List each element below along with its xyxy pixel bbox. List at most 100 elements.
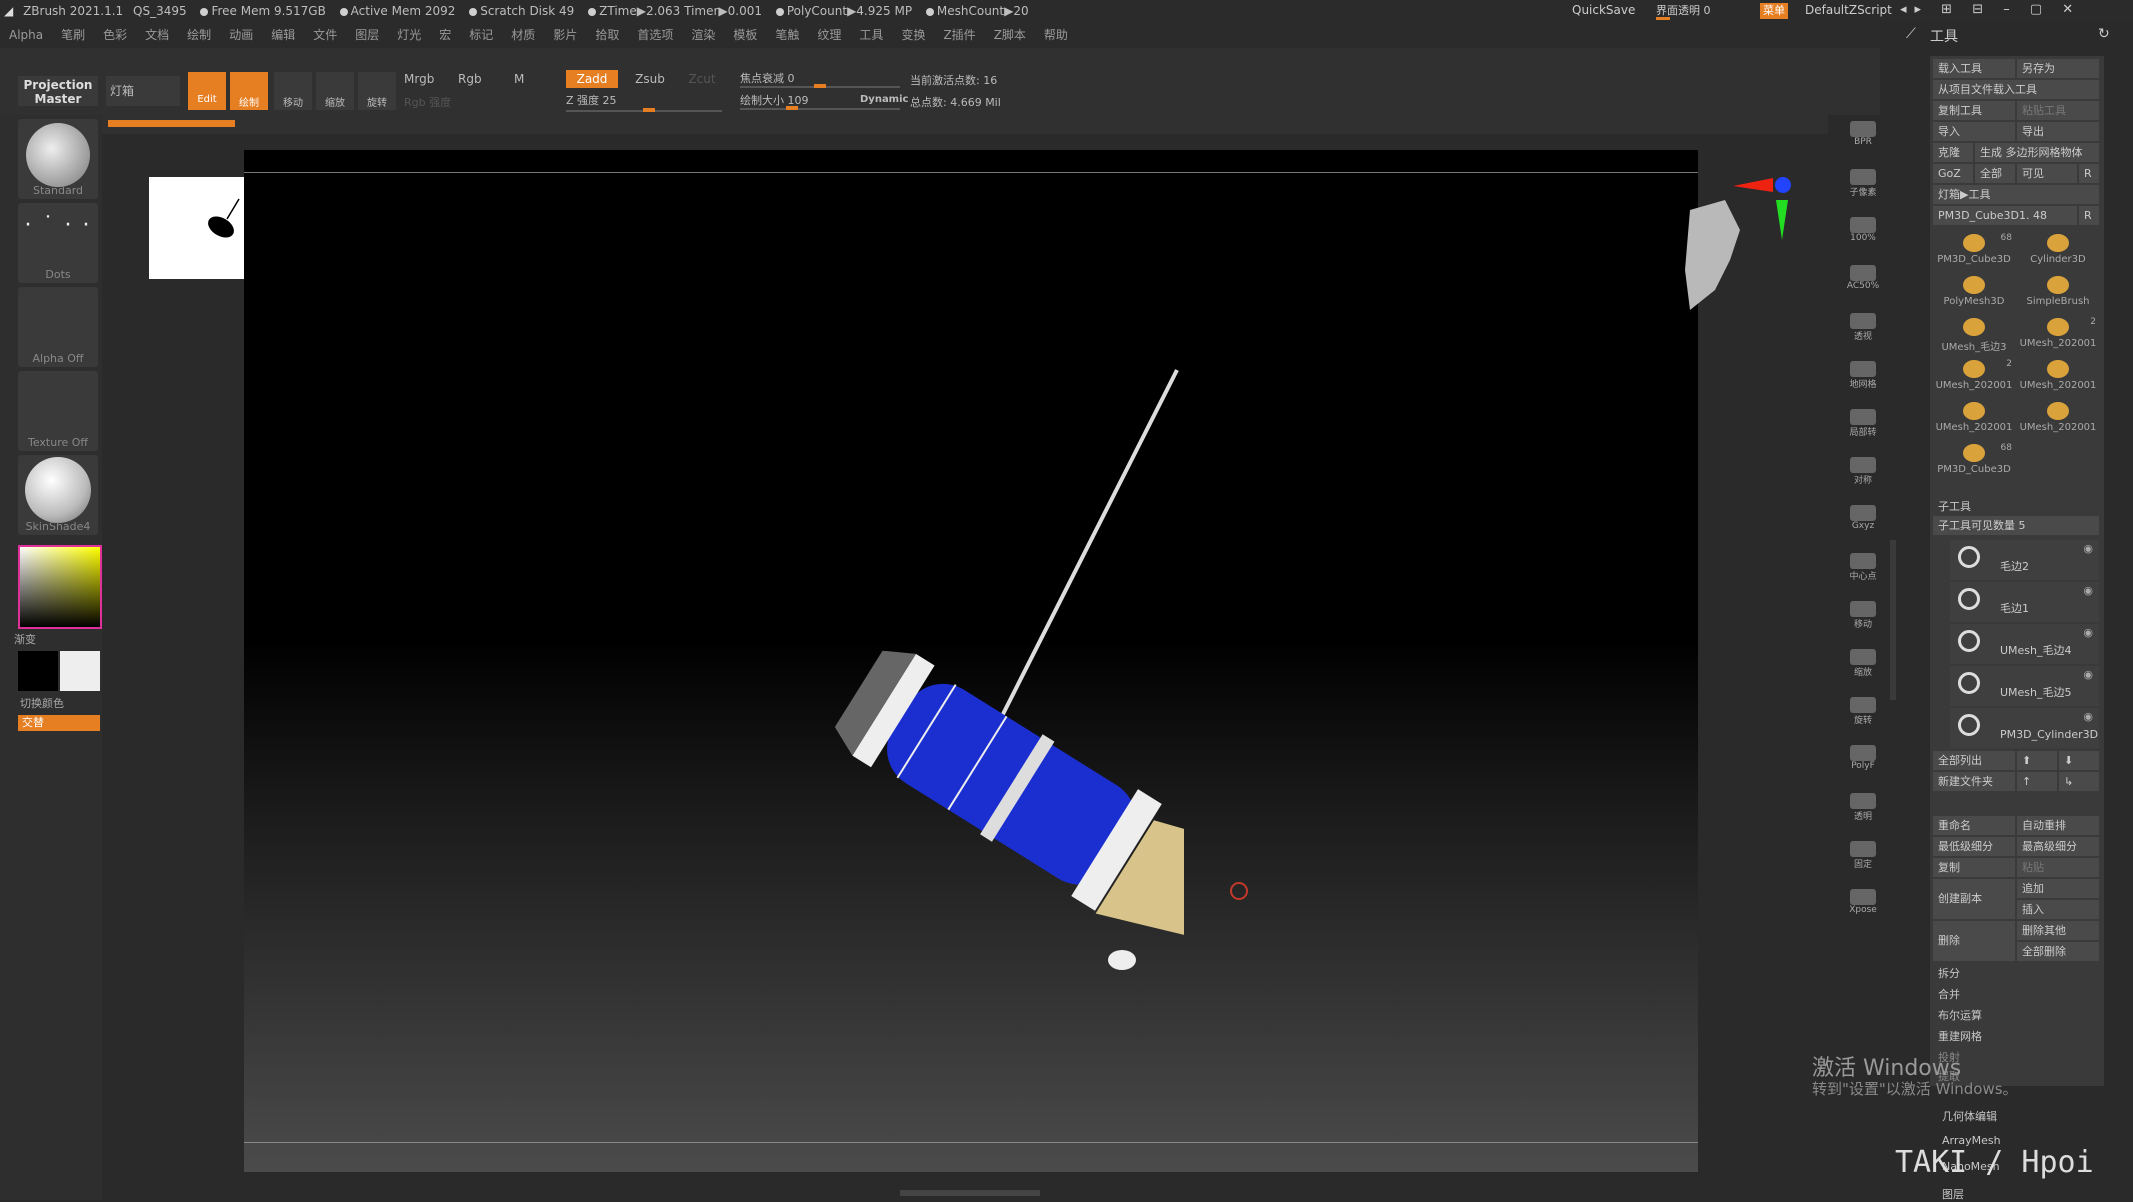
menu-item[interactable]: 拾取 <box>595 22 619 48</box>
shelf-button[interactable]: 旋转 <box>1840 697 1886 733</box>
tool-thumbnail[interactable]: PM3D_Cube3D 68 <box>1933 442 2015 482</box>
merge-menu[interactable]: 合并 <box>1938 986 1960 1002</box>
shelf-button[interactable]: AC50% <box>1840 265 1886 301</box>
list-all-button[interactable]: 全部列出 <box>1933 751 2015 770</box>
duplicate-button[interactable]: 创建副本 <box>1933 879 2015 919</box>
current-tool-slider[interactable]: PM3D_Cube3D1. 48 <box>1933 206 2077 225</box>
goz-visible-button[interactable]: 可见 <box>2017 164 2077 183</box>
pin-icon[interactable]: ⟋ <box>1906 26 1916 42</box>
menu-item[interactable]: 纹理 <box>817 22 841 48</box>
shelf-button[interactable]: Xpose <box>1840 889 1886 925</box>
menu-item[interactable]: Alpha <box>9 22 43 48</box>
geometry-edit-menu[interactable]: 几何体编辑 <box>1942 1108 1997 1124</box>
primary-color-swatch[interactable] <box>18 651 58 691</box>
make-polymesh-button[interactable]: 生成 多边形网格物体 <box>1975 143 2099 162</box>
menu-item[interactable]: 灯光 <box>397 22 421 48</box>
subtool-header[interactable]: 子工具 <box>1938 498 1971 514</box>
axis-orientation-icon[interactable] <box>1728 170 1798 250</box>
visibility-eye-icon[interactable]: ◉ <box>2083 584 2093 598</box>
menu-item[interactable]: 首选项 <box>637 22 673 48</box>
shelf-button[interactable]: 中心点 <box>1840 553 1886 589</box>
rotate-button[interactable]: 旋转 <box>358 72 396 110</box>
tool-thumbnail[interactable]: UMesh_202001 <box>2017 358 2099 398</box>
tool-thumbnail[interactable]: UMesh_毛边3 <box>1933 316 2015 356</box>
shelf-button[interactable]: PolyF <box>1840 745 1886 781</box>
menu-item[interactable]: 渲染 <box>691 22 715 48</box>
texture-selector[interactable]: Texture Off <box>18 371 98 451</box>
menu-item[interactable]: 色彩 <box>103 22 127 48</box>
menu-item[interactable]: 动画 <box>229 22 253 48</box>
refresh-icon[interactable]: ↻ <box>2098 26 2110 42</box>
folder-down-icon[interactable]: ↳ <box>2059 772 2099 791</box>
visibility-eye-icon[interactable]: ◉ <box>2083 710 2093 724</box>
secondary-color-swatch[interactable] <box>60 651 100 691</box>
menu-item[interactable]: 标记 <box>469 22 493 48</box>
shelf-button[interactable]: 透明 <box>1840 793 1886 829</box>
menu-item[interactable]: 笔触 <box>775 22 799 48</box>
export-button[interactable]: 导出 <box>2017 122 2099 141</box>
projection-master-button[interactable]: Projection Master <box>18 76 98 106</box>
shelf-button[interactable]: 局部转 <box>1840 409 1886 445</box>
insert-button[interactable]: 插入 <box>2017 900 2099 919</box>
menu-item[interactable]: 变换 <box>901 22 925 48</box>
shelf-button[interactable]: 缩放 <box>1840 649 1886 685</box>
focal-shift-handle[interactable] <box>814 84 826 88</box>
shelf-button[interactable]: 固定 <box>1840 841 1886 877</box>
m-button[interactable]: M <box>514 72 524 86</box>
zsub-button[interactable]: Zsub <box>624 70 676 88</box>
shelf-button[interactable]: Gxyz <box>1840 505 1886 541</box>
tool-thumbnail[interactable]: UMesh_202001 <box>1933 400 2015 440</box>
menu-item[interactable]: 绘制 <box>187 22 211 48</box>
zcut-button[interactable]: Zcut <box>680 70 724 88</box>
delete-all-button[interactable]: 全部删除 <box>2017 942 2099 961</box>
menu-item[interactable]: 模板 <box>733 22 757 48</box>
tool-thumbnail[interactable]: SimpleBrush <box>2017 274 2099 314</box>
canvas-viewport[interactable] <box>244 150 1698 1172</box>
subtool-row[interactable]: ◉ 毛边2 <box>1950 540 2099 580</box>
brush-selector[interactable]: Standard <box>18 119 98 199</box>
draw-size-handle[interactable] <box>786 106 798 110</box>
color-picker[interactable] <box>18 545 102 629</box>
folder-up-icon[interactable]: ↑ <box>2017 772 2057 791</box>
menu-item[interactable]: 笔刷 <box>61 22 85 48</box>
visibility-eye-icon[interactable]: ◉ <box>2083 668 2093 682</box>
z-intensity-handle[interactable] <box>643 108 655 112</box>
subtool-row[interactable]: ◉ PM3D_Cylinder3D1_1 <box>1950 708 2099 748</box>
load-tool-button[interactable]: 载入工具 <box>1933 59 2015 78</box>
menu-item[interactable]: 文档 <box>145 22 169 48</box>
subtool-row[interactable]: ◉ UMesh_毛边5 <box>1950 666 2099 706</box>
goz-all-button[interactable]: 全部 <box>1975 164 2015 183</box>
save-as-button[interactable]: 另存为 <box>2017 59 2099 78</box>
zadd-button[interactable]: Zadd <box>566 70 618 88</box>
goz-r-button[interactable]: R <box>2079 164 2099 183</box>
tool-thumbnail[interactable]: PolyMesh3D <box>1933 274 2015 314</box>
rgb-intensity-slider[interactable]: Rgb 强度 <box>404 94 451 110</box>
menu-item[interactable]: 图层 <box>355 22 379 48</box>
menu-item[interactable]: 工具 <box>859 22 883 48</box>
delete-button[interactable]: 删除 <box>1933 921 2015 961</box>
visibility-eye-icon[interactable]: ◉ <box>2083 542 2093 556</box>
menu-item[interactable]: 宏 <box>439 22 451 48</box>
shelf-button[interactable]: BPR <box>1840 121 1886 157</box>
move-button[interactable]: 移动 <box>274 72 312 110</box>
shelf-button[interactable]: 移动 <box>1840 601 1886 637</box>
append-button[interactable]: 追加 <box>2017 879 2099 898</box>
subtool-row[interactable]: ◉ UMesh_毛边4 <box>1950 624 2099 664</box>
move-up-icon[interactable]: ⬆ <box>2017 751 2057 770</box>
stroke-selector[interactable]: · ˙ · · Dots <box>18 203 98 283</box>
menu-item[interactable]: 文件 <box>313 22 337 48</box>
menu-item[interactable]: Z插件 <box>943 22 975 48</box>
mrgb-button[interactable]: Mrgb <box>404 72 434 86</box>
window-controls[interactable]: ◂▸ ⊞ ⊟ – ▢ ✕ <box>1900 2 2081 17</box>
copy-subtool-button[interactable]: 复制 <box>1933 858 2015 877</box>
import-button[interactable]: 导入 <box>1933 122 2015 141</box>
menu-item[interactable]: 影片 <box>553 22 577 48</box>
remesh-menu[interactable]: 重建网格 <box>1938 1028 1982 1044</box>
switch-color-button[interactable]: 切换颜色 <box>20 695 64 711</box>
tool-thumbnail[interactable]: UMesh_202001 <box>2017 400 2099 440</box>
quicksave-button[interactable]: QuickSave <box>1572 3 1635 17</box>
goz-button[interactable]: GoZ <box>1933 164 1973 183</box>
draw-size-slider[interactable]: 绘制大小 109 <box>740 92 809 108</box>
shelf-button[interactable]: 透视 <box>1840 313 1886 349</box>
tool-thumbnail[interactable]: UMesh_202001 2 <box>1933 358 2015 398</box>
